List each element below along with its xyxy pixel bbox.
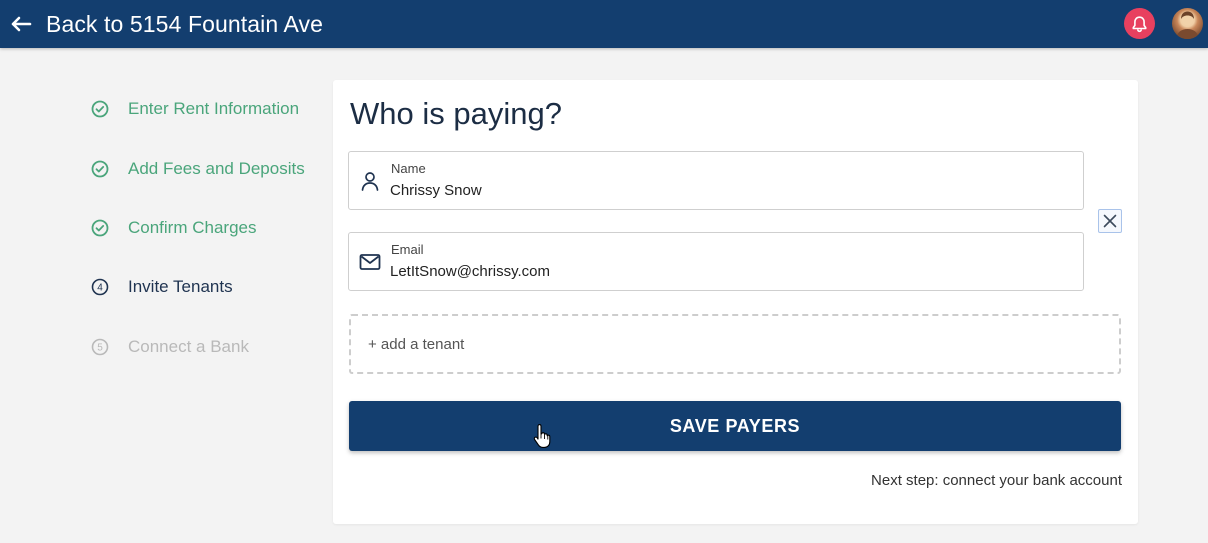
step-number: 4 xyxy=(97,283,103,294)
back-button[interactable]: Back to 5154 Fountain Ave xyxy=(8,6,323,42)
check-circle-icon xyxy=(90,218,110,238)
step-number: 5 xyxy=(97,343,103,354)
email-label: Email xyxy=(391,242,424,257)
number-circle-icon: 5 xyxy=(90,337,110,357)
check-circle-icon xyxy=(90,99,110,119)
step-connect-a-bank: 5 Connect a Bank xyxy=(90,335,249,359)
step-enter-rent-information[interactable]: Enter Rent Information xyxy=(90,97,299,121)
user-avatar[interactable] xyxy=(1172,8,1203,39)
page-title: Who is paying? xyxy=(350,96,562,131)
person-icon xyxy=(361,172,379,191)
step-confirm-charges[interactable]: Confirm Charges xyxy=(90,216,257,240)
name-field[interactable]: Name xyxy=(348,151,1084,210)
bell-icon xyxy=(1132,15,1147,32)
email-input[interactable] xyxy=(390,260,1070,282)
add-tenant-label: + add a tenant xyxy=(368,335,465,353)
check-circle-icon xyxy=(90,159,110,179)
avatar-image xyxy=(1176,11,1199,39)
name-input[interactable] xyxy=(390,179,1070,201)
next-step-text: Next step: connect your bank account xyxy=(871,472,1122,489)
number-circle-icon: 4 xyxy=(90,277,110,297)
close-icon xyxy=(1103,214,1117,228)
top-nav-bar: Back to 5154 Fountain Ave xyxy=(0,0,1208,48)
step-invite-tenants[interactable]: 4 Invite Tenants xyxy=(90,275,233,299)
step-label: Enter Rent Information xyxy=(128,99,300,118)
name-label: Name xyxy=(391,161,426,176)
notifications-button[interactable] xyxy=(1124,8,1155,39)
step-label: Confirm Charges xyxy=(128,218,257,237)
back-title: Back to 5154 Fountain Ave xyxy=(46,10,323,37)
step-label: Connect a Bank xyxy=(128,337,249,356)
step-label: Invite Tenants xyxy=(128,277,233,296)
email-field[interactable]: Email xyxy=(348,232,1084,291)
save-payers-button[interactable]: SAVE PAYERS xyxy=(349,401,1121,451)
step-add-fees-and-deposits[interactable]: Add Fees and Deposits xyxy=(90,157,305,181)
remove-tenant-button[interactable] xyxy=(1098,209,1122,233)
add-tenant-button[interactable]: + add a tenant xyxy=(349,314,1121,374)
arrow-left-icon xyxy=(11,16,32,32)
step-label: Add Fees and Deposits xyxy=(128,159,305,178)
payers-card: Who is paying? Name Email + add a tenant… xyxy=(333,80,1138,524)
envelope-icon xyxy=(359,254,381,270)
